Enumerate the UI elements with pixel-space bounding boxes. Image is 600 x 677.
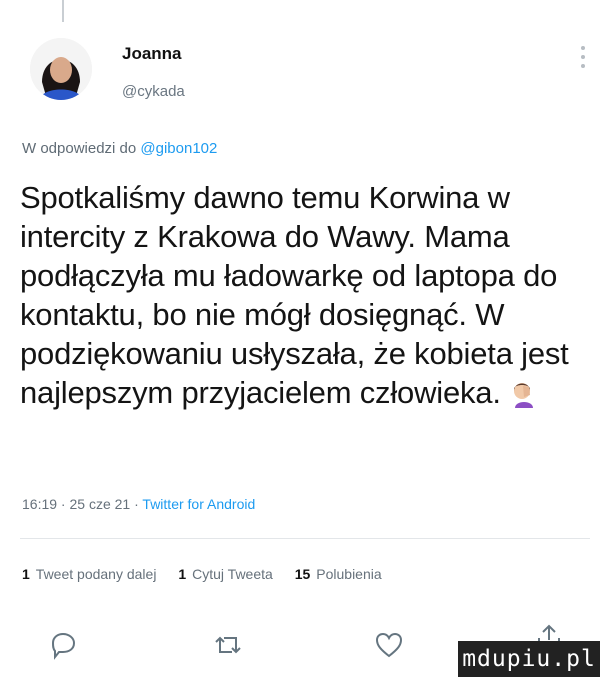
retweets-count: 1 bbox=[22, 566, 30, 582]
tweet-text: Spotkaliśmy dawno temu Korwina w interci… bbox=[20, 180, 569, 410]
retweet-icon[interactable] bbox=[211, 628, 245, 662]
watermark-text: mdupiu.pl bbox=[462, 646, 596, 672]
tweet-time: 16:19 bbox=[22, 496, 58, 512]
quotes-count: 1 bbox=[178, 566, 187, 582]
author-handle[interactable]: @cykada bbox=[122, 83, 185, 100]
tweet-date: 25 cze 21 bbox=[69, 496, 131, 512]
author-name[interactable]: Joanna bbox=[122, 44, 182, 64]
avatar[interactable] bbox=[30, 38, 92, 100]
likes-count: 15 bbox=[294, 566, 311, 582]
like-icon[interactable] bbox=[372, 628, 406, 662]
retweets-label: Tweet podany dalej bbox=[35, 566, 157, 582]
retweets-stat[interactable]: 1 Tweet podany dalej bbox=[22, 566, 156, 582]
meta-separator: · bbox=[57, 496, 70, 512]
source-app-link[interactable]: Twitter for Android bbox=[142, 496, 255, 512]
quotes-label: Cytuj Tweeta bbox=[192, 566, 273, 582]
watermark-logo: mdupiu.pl bbox=[458, 641, 600, 677]
reply-context: W odpowiedzi do @gibon102 bbox=[22, 140, 217, 157]
tweet-body: Spotkaliśmy dawno temu Korwina w interci… bbox=[20, 178, 590, 412]
divider bbox=[20, 538, 590, 539]
more-options-icon[interactable] bbox=[576, 42, 590, 70]
reply-prefix: W odpowiedzi do bbox=[22, 140, 137, 157]
tweet-meta: 16:19 · 25 cze 21 · Twitter for Android bbox=[22, 496, 255, 512]
reply-icon[interactable] bbox=[46, 628, 80, 662]
likes-label: Polubienia bbox=[316, 566, 382, 582]
likes-stat[interactable]: 15 Polubienia bbox=[295, 566, 382, 582]
reply-mention-link[interactable]: @gibon102 bbox=[140, 140, 217, 157]
engagement-stats: 1 Tweet podany dalej 1 Cytuj Tweeta 15 Polu… bbox=[22, 566, 382, 582]
thread-connector-line bbox=[62, 0, 64, 22]
quotes-stat[interactable]: 1 Cytuj Tweeta bbox=[178, 566, 272, 582]
tweet-header: Joanna @cykada bbox=[30, 30, 590, 110]
facepalm-icon bbox=[509, 378, 539, 408]
meta-separator: · bbox=[130, 496, 143, 512]
